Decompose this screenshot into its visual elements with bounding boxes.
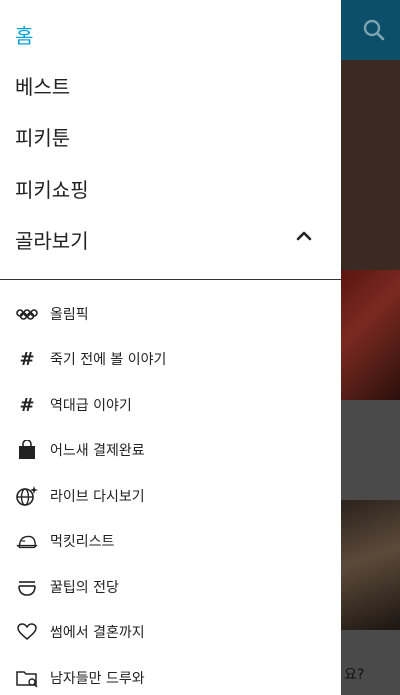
submenu-item-tips-hall[interactable]: 꿀팁의 전당 [16, 575, 119, 599]
bowl-icon [16, 576, 38, 598]
globe-sparkle-icon [16, 485, 38, 507]
submenu-item-payment[interactable]: 어느새 결제완료 [16, 438, 145, 462]
heart-icon [16, 621, 38, 643]
content-separator [340, 400, 400, 500]
submenu-label: 꿀팁의 전당 [50, 580, 119, 596]
submenu-item-legendary[interactable]: # 역대급 이야기 [16, 393, 132, 417]
submenu-label: 역대급 이야기 [50, 398, 132, 414]
submenu-label: 썸에서 결혼까지 [50, 625, 145, 641]
olympic-rings-icon [16, 303, 38, 325]
divider [0, 279, 341, 280]
search-icon[interactable] [360, 16, 388, 44]
submenu-label: 어느새 결제완료 [50, 443, 145, 459]
content-thumbnail[interactable] [340, 270, 400, 400]
content-thumbnail[interactable] [340, 60, 400, 270]
nav-item-best[interactable]: 베스트 [15, 71, 70, 100]
submenu-label: 죽기 전에 볼 이야기 [50, 352, 167, 368]
navigation-drawer: 홈 베스트 피키툰 피키쇼핑 골라보기 올림픽 # 죽기 전에 볼 이야기 # … [0, 0, 341, 695]
chevron-up-icon[interactable] [295, 228, 313, 242]
content-title-partial: 요? [344, 667, 365, 683]
hashtag-icon: # [19, 394, 35, 416]
shopping-bag-icon [16, 439, 38, 461]
submenu-item-food-list[interactable]: 먹킷리스트 [16, 529, 114, 553]
content-card[interactable] [340, 630, 400, 695]
submenu-label: 먹킷리스트 [50, 534, 115, 550]
submenu-label: 올림픽 [50, 307, 89, 323]
nav-item-browse[interactable]: 골라보기 [15, 225, 89, 254]
submenu-item-men-only[interactable]: 남자들만 드루와 [16, 666, 145, 690]
nav-item-home[interactable]: 홈 [15, 20, 33, 49]
content-thumbnail[interactable] [340, 500, 400, 630]
hashtag-icon: # [19, 348, 35, 370]
nav-item-pikishopping[interactable]: 피키쇼핑 [15, 174, 89, 203]
submenu-item-romance[interactable]: 썸에서 결혼까지 [16, 620, 145, 644]
submenu-label: 라이브 다시보기 [50, 489, 145, 505]
submenu-item-live-replay[interactable]: 라이브 다시보기 [16, 484, 145, 508]
folder-icon [16, 667, 38, 689]
food-tray-icon [16, 530, 38, 552]
submenu-label: 남자들만 드루와 [50, 671, 145, 687]
submenu-item-before-die[interactable]: # 죽기 전에 볼 이야기 [16, 347, 166, 371]
nav-item-pikitoon[interactable]: 피키툰 [15, 122, 70, 151]
submenu-item-olympic[interactable]: 올림픽 [16, 302, 89, 326]
